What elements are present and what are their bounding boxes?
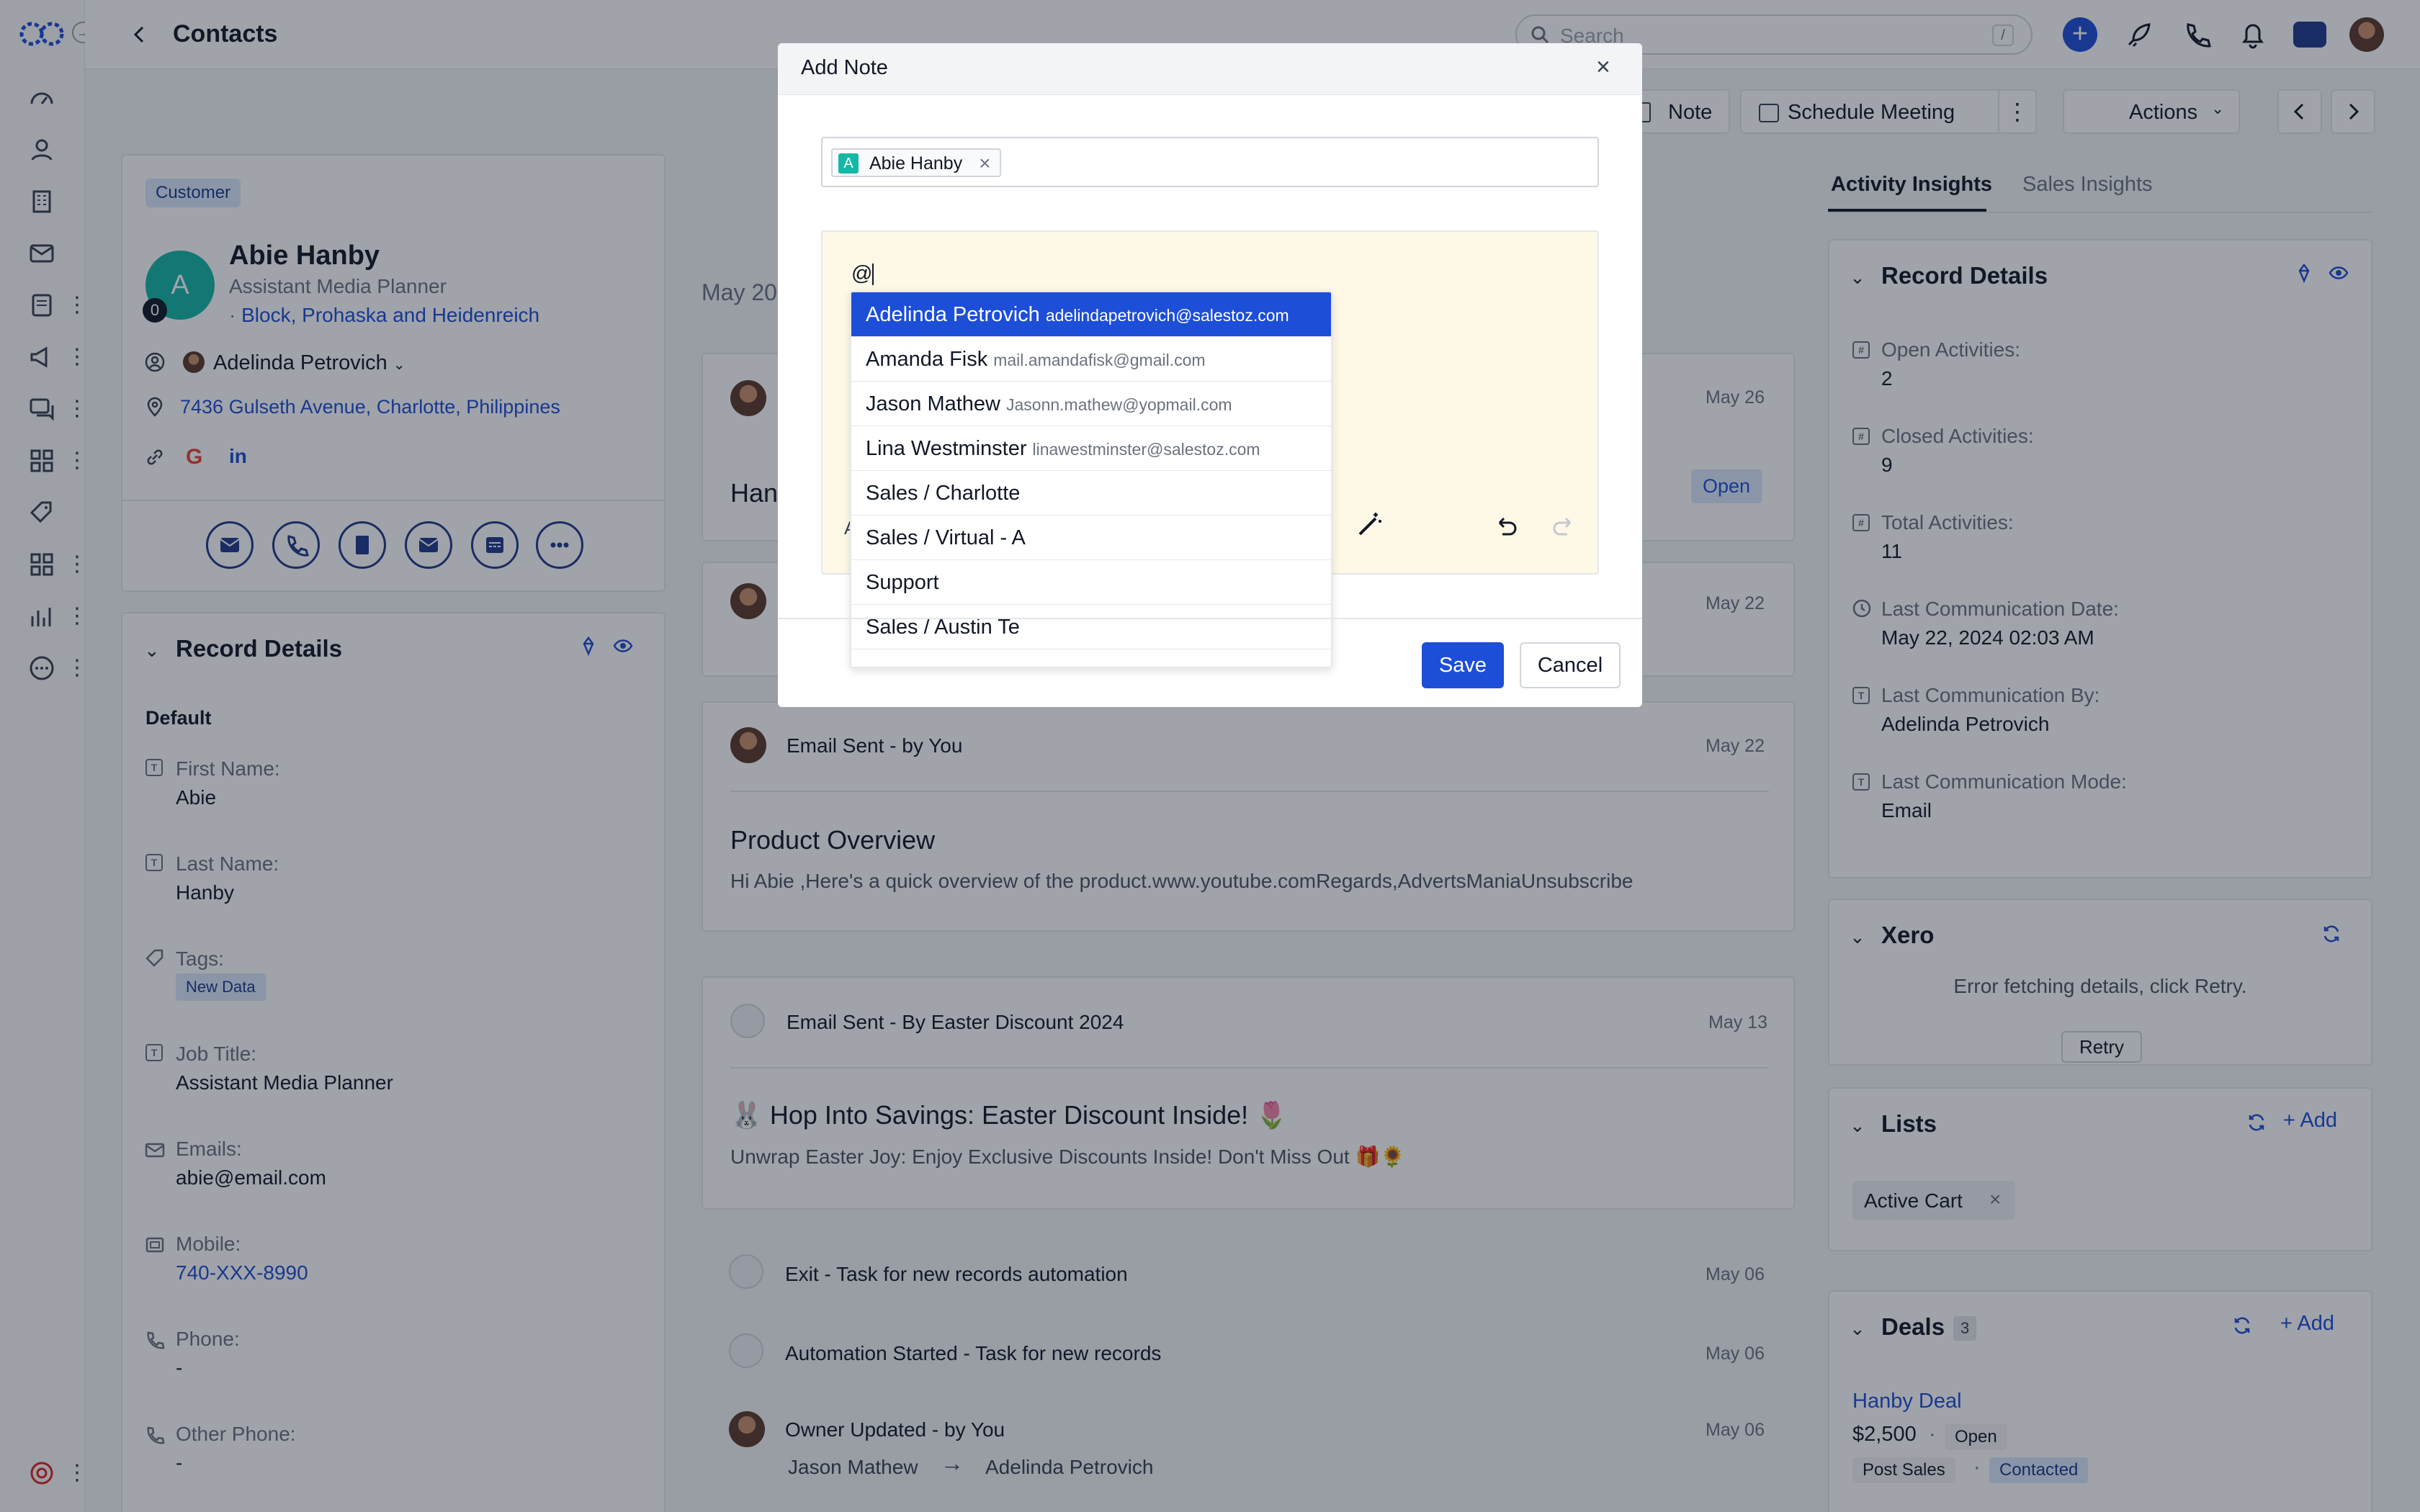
recipient-input[interactable]: A Abie Hanby × [821,137,1599,187]
ai-wand-icon[interactable] [1354,510,1384,540]
text-cursor [872,264,874,286]
mention-option[interactable]: Jason Mathew Jasonn.mathew@yopmail.com [851,382,1331,426]
mention-email: mail.amandafisk@gmail.com [993,351,1206,369]
mention-email: Jasonn.mathew@yopmail.com [1006,395,1232,414]
undo-icon[interactable] [1492,513,1520,540]
add-note-modal: Add Note × A Abie Hanby × @ A Adelinda P… [778,43,1642,707]
mention-option[interactable]: Sales / Austin Te [851,605,1331,649]
mention-option[interactable]: Sales / Charlotte [851,471,1331,516]
remove-recipient-icon[interactable]: × [979,152,990,174]
mention-option[interactable]: Amanda Fisk mail.amandafisk@gmail.com [851,337,1331,382]
mention-dropdown: Adelinda Petrovich adelindapetrovich@sale… [850,291,1332,668]
mention-name: Amanda Fisk [866,348,988,371]
recipient-avatar: A [838,153,859,174]
mention-option[interactable]: Lina Westminster linawestminster@salestoz… [851,426,1331,471]
save-button[interactable]: Save [1422,642,1504,688]
recipient-name: Abie Hanby [869,153,963,174]
cancel-button[interactable]: Cancel [1520,642,1621,688]
mention-email: linawestminster@salestoz.com [1032,440,1260,459]
mention-option[interactable]: Sales / Virtual - A [851,516,1331,560]
mention-name: Sales / Charlotte [866,482,1021,505]
close-icon[interactable]: × [1596,53,1610,81]
mention-email: adelindapetrovich@salestoz.com [1045,306,1289,325]
editor-text: @ [851,262,873,285]
redo-icon[interactable] [1550,513,1577,540]
modal-title: Add Note [801,56,888,79]
mention-name: Lina Westminster [866,437,1027,460]
mention-name: Jason Mathew [866,392,1000,415]
modal-footer-divider [778,618,1642,619]
mention-name: Support [866,571,939,594]
mention-option[interactable]: Support [851,560,1331,605]
mention-name: Sales / Virtual - A [866,526,1026,549]
mention-option[interactable]: Adelinda Petrovich adelindapetrovich@sale… [851,292,1331,337]
mention-name: Adelinda Petrovich [866,303,1040,326]
modal-header: Add Note × [778,43,1642,95]
recipient-chip: A Abie Hanby × [831,148,1001,177]
